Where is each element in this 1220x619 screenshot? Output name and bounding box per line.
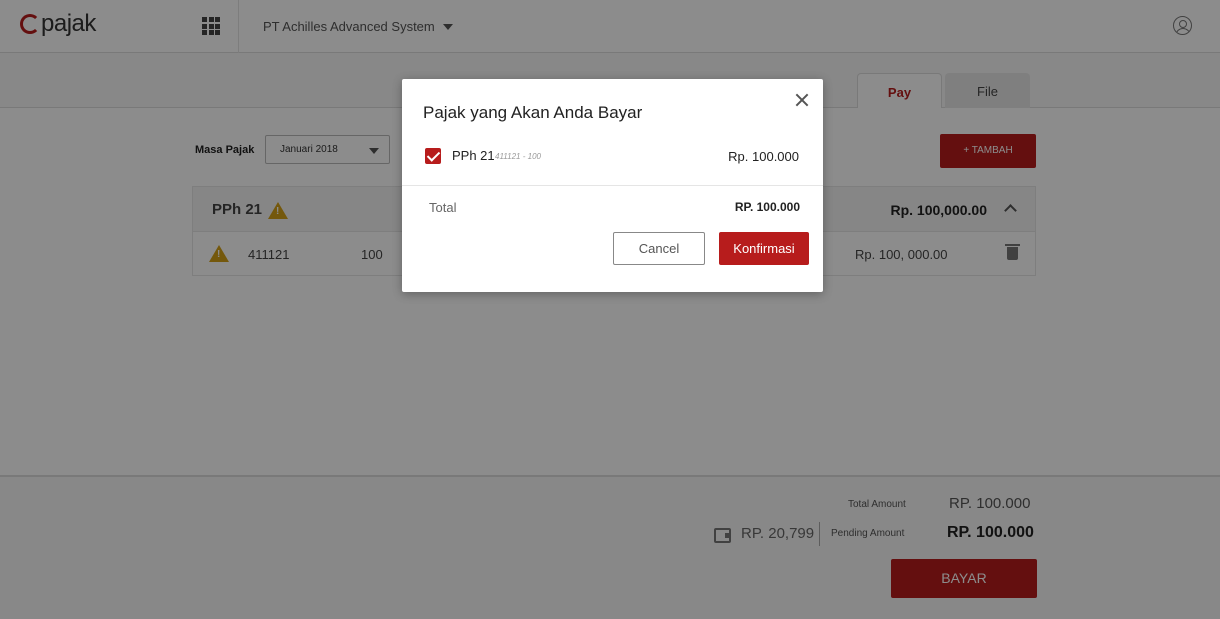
item-name: PPh 21 <box>452 148 495 163</box>
modal-total-label: Total <box>429 200 457 215</box>
cancel-button[interactable]: Cancel <box>613 232 705 265</box>
payment-confirm-modal: Pajak yang Akan Anda Bayar PPh 21 411121… <box>402 79 823 292</box>
close-icon[interactable] <box>794 92 810 108</box>
modal-total-value: RP. 100.000 <box>734 200 800 214</box>
modal-title: Pajak yang Akan Anda Bayar <box>423 103 643 122</box>
modal-divider <box>402 185 823 186</box>
item-amount: Rp. 100.000 <box>728 149 799 164</box>
item-checkbox[interactable] <box>425 148 441 164</box>
confirm-button[interactable]: Konfirmasi <box>719 232 809 265</box>
item-code: 411121 - 100 <box>495 152 541 161</box>
